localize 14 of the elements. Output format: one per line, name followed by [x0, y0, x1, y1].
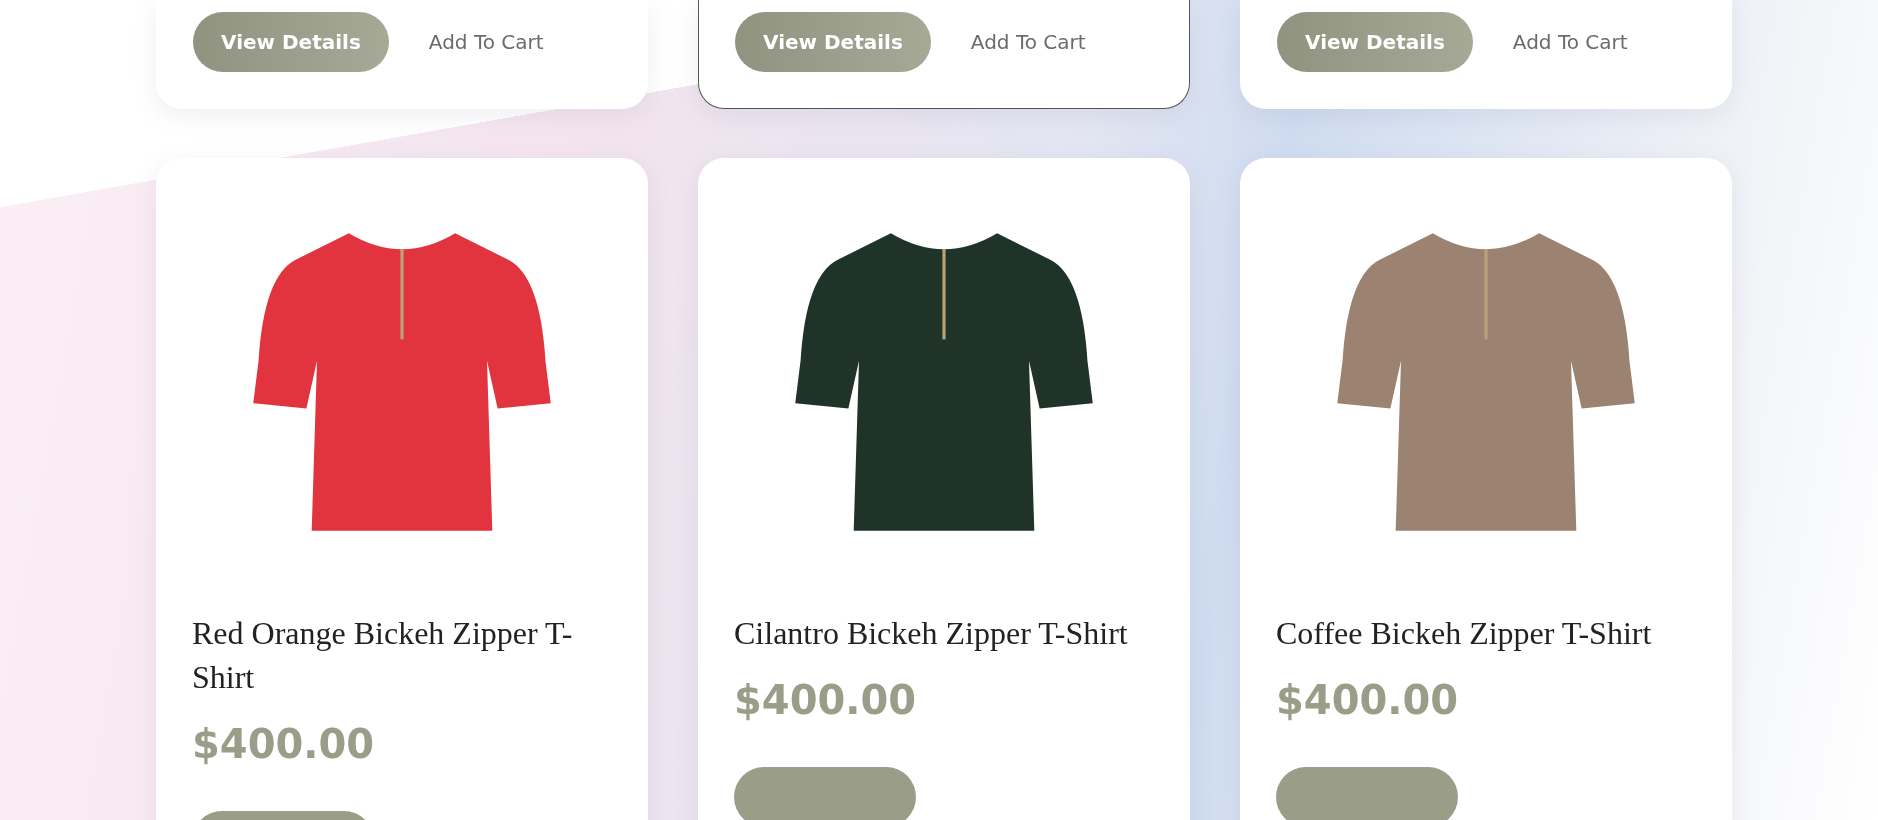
add-to-cart-button[interactable]: Add To Cart [428, 30, 544, 54]
button-top-edge[interactable] [734, 767, 916, 820]
product-name: Coffee Bickeh Zipper T-Shirt [1276, 614, 1653, 653]
product-name: Cilantro Bickeh Zipper T-Shirt [734, 614, 1129, 653]
button-top-edge[interactable] [1276, 767, 1458, 820]
product-price: $400.00 [734, 677, 918, 723]
view-details-button[interactable]: View Details [1277, 12, 1473, 72]
product-price: $400.00 [1276, 677, 1460, 723]
add-to-cart-button[interactable]: Add To Cart [970, 30, 1086, 54]
product-name: Red Orange Bickeh Zipper T-Shirt [192, 614, 574, 697]
add-to-cart-button[interactable]: Add To Cart [1512, 30, 1628, 54]
view-details-button[interactable]: View Details [735, 12, 931, 72]
product-price: $400.00 [192, 721, 376, 767]
view-details-button[interactable]: View Details [193, 12, 389, 72]
